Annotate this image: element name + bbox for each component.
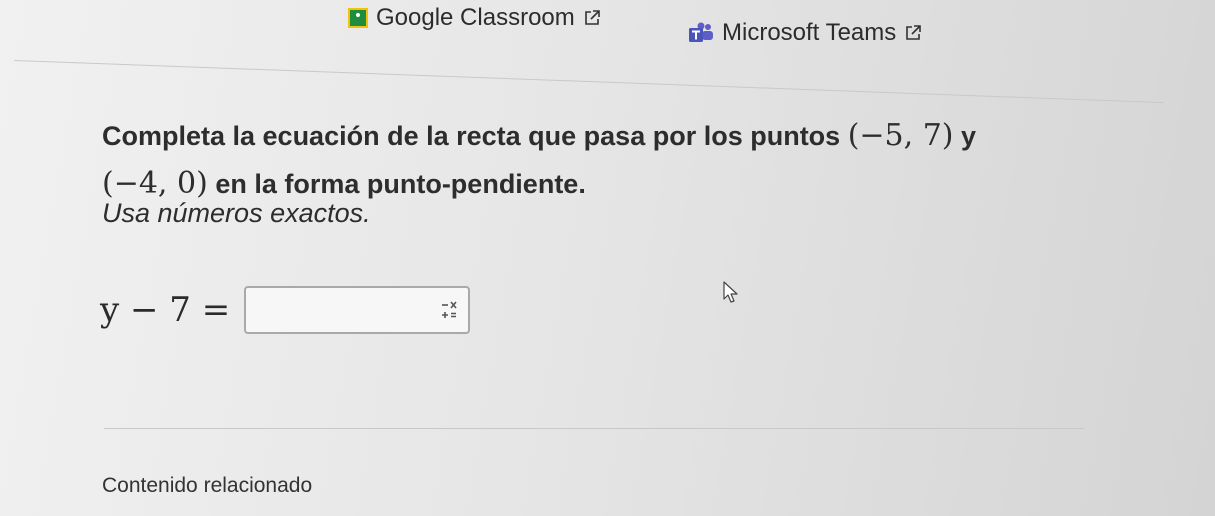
top-divider	[13, 60, 1164, 104]
external-link-icon	[584, 10, 600, 25]
microsoft-teams-link[interactable]: Microsoft Teams	[688, 19, 922, 47]
google-classroom-label: Google Classroom	[376, 4, 575, 31]
equation-lhs: y − 7 =	[100, 290, 231, 330]
bottom-divider	[104, 428, 1084, 429]
answer-box[interactable]	[244, 286, 471, 334]
related-content-heading: Contenido relacionado	[102, 474, 313, 497]
google-classroom-link[interactable]: Google Classroom	[348, 4, 601, 32]
microsoft-teams-label: Microsoft Teams	[722, 19, 897, 46]
question-text: Completa la ecuación de la recta que pas…	[102, 121, 841, 151]
equation-row: y − 7 =	[100, 286, 471, 334]
share-bar: Google Classroom Microsoft Teams	[0, 0, 1215, 60]
mouse-cursor-icon	[723, 281, 738, 303]
math-keypad-icon[interactable]	[436, 296, 462, 324]
answer-input[interactable]	[250, 292, 425, 330]
question-prompt: Completa la ecuación de la recta que pas…	[102, 112, 1042, 208]
point-2: (−4, 0)	[102, 166, 208, 201]
google-classroom-icon	[348, 8, 368, 28]
external-link-icon	[906, 25, 922, 40]
microsoft-teams-icon	[689, 22, 713, 42]
point-1: (−5, 7)	[847, 118, 954, 153]
question-text-end: en la forma punto-pendiente.	[215, 169, 586, 199]
question-connector: y	[961, 121, 977, 151]
instruction-text: Usa números exactos.	[102, 198, 371, 228]
